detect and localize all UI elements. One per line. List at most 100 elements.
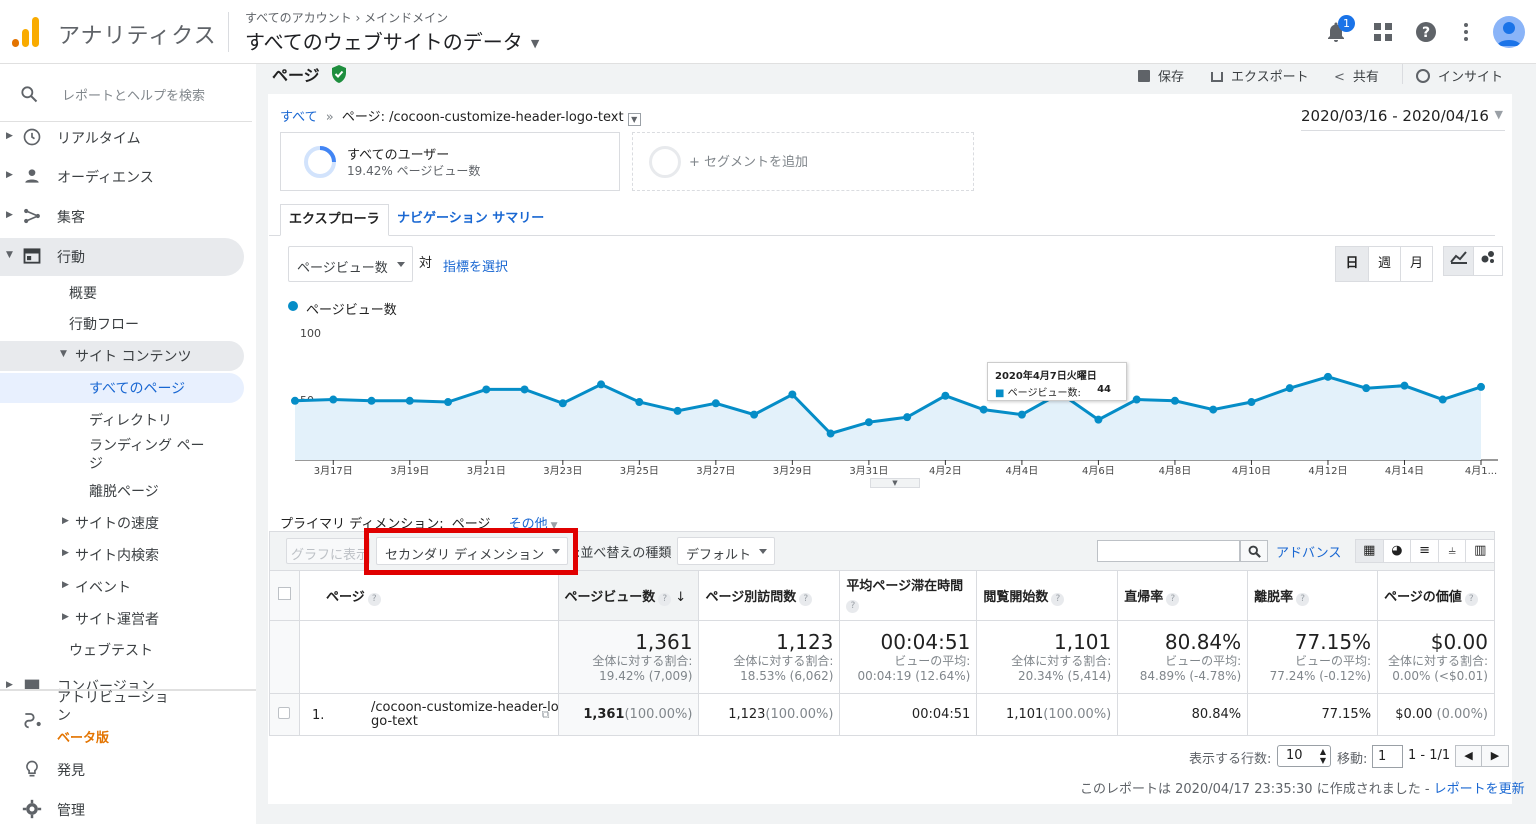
data-point[interactable] [1247, 398, 1256, 407]
data-point[interactable] [1438, 395, 1447, 404]
help-icon[interactable]: ? [367, 592, 381, 606]
table-search-button[interactable] [1240, 540, 1268, 562]
data-point[interactable] [941, 391, 950, 400]
data-point[interactable] [864, 418, 873, 427]
data-point[interactable] [635, 398, 644, 407]
data-point[interactable] [1209, 405, 1218, 414]
col-unique-pageviews[interactable]: ページ別訪問数? [698, 570, 841, 621]
sidebar-item-attribution[interactable]: アトリビューション ベータ版 [0, 689, 256, 746]
col-pageviews[interactable]: ページビュー数? ↓ [557, 570, 700, 621]
col-exit-rate[interactable]: 離脱率? [1247, 570, 1379, 621]
comparison-view-icon[interactable]: ⫨ [1439, 540, 1467, 562]
line-chart-icon[interactable] [1444, 247, 1473, 275]
segment-all-users[interactable]: すべてのユーザー 19.42% ページビュー数 [280, 132, 620, 191]
help-icon[interactable]: ? [1051, 592, 1065, 606]
data-point[interactable] [597, 380, 606, 389]
chart-resize-handle[interactable]: ▼ [870, 478, 920, 488]
data-point[interactable] [1323, 372, 1332, 381]
breadcrumb-all-link[interactable]: すべて [280, 110, 318, 125]
data-point[interactable] [979, 405, 988, 414]
goto-page-input[interactable]: 1 [1372, 745, 1403, 768]
sidebar-item-discover[interactable]: 発見 [0, 759, 256, 779]
avatar[interactable] [1493, 16, 1525, 48]
sidebar-item-realtime[interactable]: ▶ リアルタイム [0, 127, 256, 147]
tab-navigation-summary[interactable]: ナビゲーション サマリー [389, 204, 552, 236]
export-button[interactable]: エクスポート [1211, 66, 1309, 85]
tab-explorer[interactable]: エクスプローラ [280, 204, 389, 236]
data-point[interactable] [329, 395, 338, 404]
data-point[interactable] [482, 385, 491, 394]
help-icon[interactable]: ? [1166, 592, 1180, 606]
page-path-link[interactable]: /cocoon-customize-header-logo-text [371, 701, 566, 729]
data-point[interactable] [1400, 381, 1409, 390]
data-point[interactable] [711, 399, 720, 408]
account-breadcrumb[interactable]: すべてのアカウント › メインドメイン [245, 9, 448, 26]
select-metric-link[interactable]: 指標を選択 [443, 256, 508, 275]
sidebar-item-audience[interactable]: ▶ オーディエンス [0, 166, 256, 186]
share-button[interactable]: < 共有 [1334, 66, 1379, 85]
help-icon[interactable]: ? [799, 592, 813, 606]
sidebar-item-admin[interactable]: 管理 [0, 799, 256, 819]
apps-grid-icon[interactable] [1371, 20, 1395, 44]
data-point[interactable] [1170, 396, 1179, 405]
data-point[interactable] [788, 390, 797, 399]
help-icon[interactable]: ? [1464, 592, 1478, 606]
sidebar-item-behavior[interactable]: ▼ 行動 [0, 246, 256, 266]
next-page-icon[interactable]: ▶ [1482, 746, 1508, 766]
property-selector[interactable]: すべてのウェブサイトのデータ ▼ [245, 26, 539, 55]
col-entrances[interactable]: 閲覧開始数? [976, 570, 1119, 621]
refresh-report-link[interactable]: レポートを更新 [1434, 782, 1525, 797]
data-point[interactable] [826, 429, 835, 438]
help-icon[interactable]: ? [1414, 20, 1438, 44]
col-page-value[interactable]: ページの価値? [1377, 570, 1495, 621]
data-point[interactable] [405, 396, 414, 405]
table-search-input[interactable] [1097, 540, 1240, 562]
data-point[interactable] [1285, 384, 1294, 393]
advanced-filter-link[interactable]: アドバンス [1276, 542, 1341, 561]
sidebar-search-input[interactable]: レポートとヘルプを検索 [62, 85, 205, 104]
prev-page-icon[interactable]: ◀ [1456, 746, 1483, 766]
save-button[interactable]: 保存 [1138, 66, 1184, 85]
data-point[interactable] [367, 396, 376, 405]
analytics-logo[interactable] [12, 17, 40, 47]
data-point[interactable] [558, 399, 567, 408]
data-point[interactable] [750, 410, 759, 419]
data-point[interactable] [903, 413, 912, 422]
period-week-button[interactable]: 週 [1368, 247, 1400, 281]
data-point[interactable] [520, 385, 529, 394]
motion-chart-icon[interactable] [1473, 247, 1502, 275]
insights-button[interactable]: インサイト [1416, 66, 1503, 85]
open-external-icon[interactable]: ⧉ [542, 708, 550, 722]
period-month-button[interactable]: 月 [1400, 247, 1432, 281]
data-point[interactable] [1017, 410, 1026, 419]
date-range-picker[interactable]: 2020/03/16 - 2020/04/16 ▼ [1301, 107, 1505, 131]
select-all-checkbox[interactable] [278, 587, 291, 600]
sidebar-item-conversions[interactable]: ▶ コンバージョン [0, 676, 256, 690]
row-checkbox[interactable] [278, 706, 290, 719]
plot-rows-button[interactable]: グラフに表示 [286, 538, 370, 564]
col-bounce-rate[interactable]: 直帰率? [1117, 570, 1249, 621]
data-point[interactable] [673, 406, 682, 415]
data-point[interactable] [291, 396, 299, 405]
data-point[interactable] [1094, 415, 1103, 424]
period-day-button[interactable]: 日 [1336, 247, 1368, 281]
sidebar-item-acquisition[interactable]: ▶ 集客 [0, 206, 256, 226]
help-icon[interactable]: ? [846, 599, 860, 613]
breadcrumb-dropdown[interactable]: ▼ [627, 113, 641, 126]
data-point[interactable] [1362, 384, 1371, 393]
data-point[interactable] [444, 398, 453, 407]
help-icon[interactable]: ? [1296, 592, 1310, 606]
col-avg-time[interactable]: 平均ページ滞在時間? [839, 570, 978, 621]
performance-view-icon[interactable]: ≡ [1411, 540, 1439, 562]
sort-type-dropdown[interactable]: デフォルト [677, 537, 775, 565]
data-point[interactable] [1132, 395, 1141, 404]
help-icon[interactable]: ? [658, 592, 672, 606]
more-vert-icon[interactable] [1454, 20, 1478, 44]
data-point[interactable] [1477, 382, 1485, 391]
table-view-icon[interactable]: ▦ [1356, 540, 1384, 562]
col-page[interactable]: ページ? [299, 570, 559, 621]
pivot-view-icon[interactable]: ▥ [1466, 540, 1494, 562]
add-segment-button[interactable]: + セグメントを追加 [632, 132, 974, 191]
rows-per-page-select[interactable]: 10 ▲ ▼ [1277, 745, 1331, 767]
metric-dropdown[interactable]: ページビュー数 [288, 246, 413, 282]
